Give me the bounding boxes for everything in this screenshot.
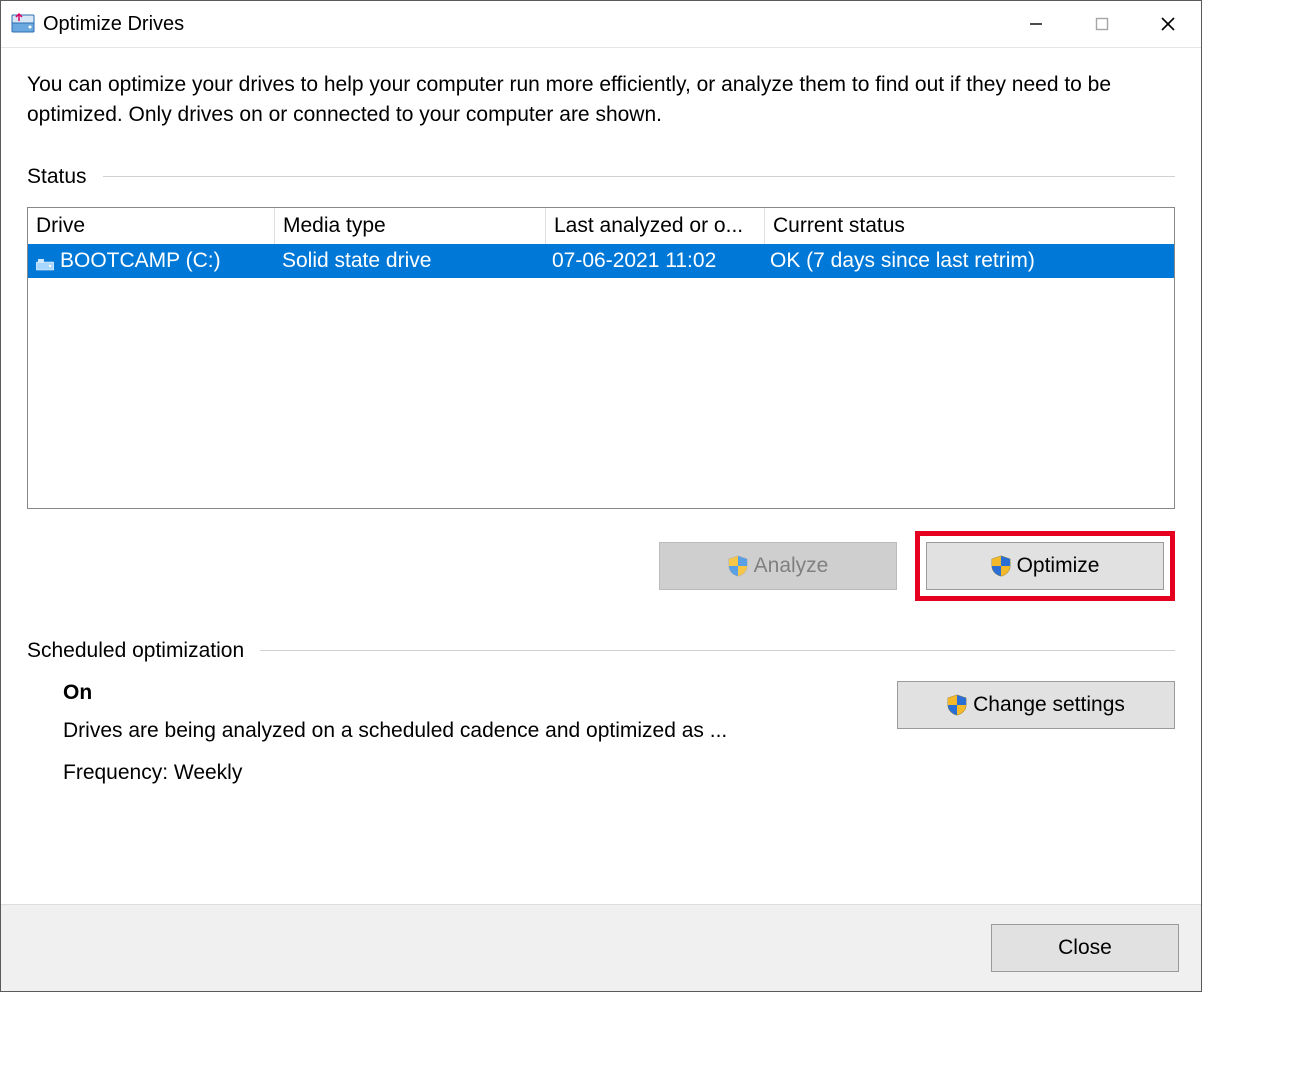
divider (260, 650, 1175, 651)
optimize-drives-window: Optimize Drives You can optimize your dr… (0, 0, 1202, 992)
drive-current-status: OK (7 days since last retrim) (762, 249, 1174, 273)
shield-icon (947, 694, 967, 716)
titlebar: Optimize Drives (1, 1, 1201, 48)
drive-name: BOOTCAMP (C:) (60, 249, 221, 273)
shield-icon (991, 555, 1011, 577)
shield-icon (728, 555, 748, 577)
drives-header: Drive Media type Last analyzed or o... C… (28, 208, 1174, 244)
close-window-button[interactable] (1135, 1, 1201, 47)
scheduled-frequency: Frequency: Weekly (63, 761, 877, 785)
optimize-button-label: Optimize (1017, 554, 1100, 578)
column-drive[interactable]: Drive (28, 208, 275, 244)
window-title: Optimize Drives (43, 13, 1003, 36)
optimize-button[interactable]: Optimize (926, 542, 1164, 590)
drives-list[interactable]: Drive Media type Last analyzed or o... C… (27, 207, 1175, 509)
divider (103, 176, 1175, 177)
column-last-analyzed[interactable]: Last analyzed or o... (546, 208, 765, 244)
minimize-button[interactable] (1003, 1, 1069, 47)
drive-media: Solid state drive (274, 249, 544, 273)
drive-icon (36, 254, 54, 268)
change-settings-button[interactable]: Change settings (897, 681, 1175, 729)
drive-last-analyzed: 07-06-2021 11:02 (544, 249, 762, 273)
close-button-label: Close (1058, 936, 1112, 960)
column-media-type[interactable]: Media type (275, 208, 546, 244)
scheduled-on-label: On (63, 681, 877, 705)
change-settings-label: Change settings (973, 693, 1125, 717)
optimize-highlight: Optimize (915, 531, 1175, 601)
app-icon (11, 12, 35, 36)
drive-row[interactable]: BOOTCAMP (C:) Solid state drive 07-06-20… (28, 244, 1174, 278)
scheduled-description: Drives are being analyzed on a scheduled… (63, 719, 877, 743)
dialog-footer: Close (1, 904, 1201, 991)
scheduled-heading: Scheduled optimization (27, 639, 244, 663)
close-button[interactable]: Close (991, 924, 1179, 972)
maximize-button[interactable] (1069, 1, 1135, 47)
column-current-status[interactable]: Current status (765, 208, 1174, 244)
description-text: You can optimize your drives to help you… (27, 70, 1175, 131)
analyze-button: Analyze (659, 542, 897, 590)
window-controls (1003, 1, 1201, 47)
analyze-button-label: Analyze (754, 554, 829, 578)
status-heading: Status (27, 165, 87, 189)
